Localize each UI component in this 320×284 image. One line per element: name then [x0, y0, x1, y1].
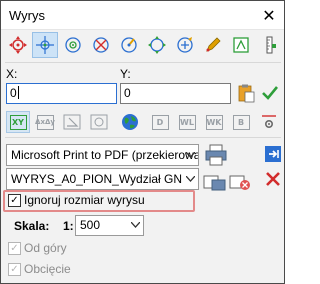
angle-icon	[63, 114, 81, 130]
text-caret	[17, 86, 19, 99]
close-icon	[266, 172, 280, 186]
template-select[interactable]: WYRYS_A0_PION_Wydział GN	[6, 168, 199, 190]
scale-icon	[177, 37, 193, 53]
globe-button[interactable]	[118, 111, 142, 133]
scale-prefix: 1:	[63, 219, 74, 233]
compass-icon	[121, 37, 137, 53]
options-separator	[5, 137, 281, 138]
x-label: X:	[6, 67, 18, 81]
paste-button[interactable]	[235, 82, 257, 104]
measure-icon	[233, 37, 249, 53]
top-toolbar	[5, 32, 281, 58]
printer-selected: Microsoft Print to PDF (przekierowar	[11, 148, 199, 162]
scale-select[interactable]: 500	[75, 215, 144, 236]
pan-button[interactable]	[144, 32, 170, 58]
template-remove-icon	[229, 175, 250, 190]
chevron-down-icon	[184, 149, 196, 161]
remove-template-button[interactable]	[228, 171, 254, 193]
wl-icon: WL	[178, 114, 196, 130]
ruler-button[interactable]	[256, 32, 282, 58]
scale-value: 500	[80, 218, 101, 232]
xy-icon: XY	[9, 114, 27, 130]
ignore-size-label: Ignoruj rozmiar wyrysu	[24, 193, 145, 207]
printer-icon	[205, 144, 227, 166]
printer-button[interactable]	[203, 143, 229, 167]
from-top-label: Od góry	[24, 241, 67, 255]
d-icon: D	[151, 114, 169, 130]
angle-button[interactable]	[60, 111, 84, 133]
d-button[interactable]: D	[148, 111, 172, 133]
export-icon	[265, 146, 281, 162]
toolbar-separator	[5, 62, 281, 63]
ignore-size-checkbox[interactable]: ✓	[8, 194, 21, 207]
x-value: 0	[10, 86, 17, 100]
xy-mode-button[interactable]: XY	[6, 111, 30, 133]
crop-label: Obcięcie	[24, 262, 71, 276]
close-icon: ✕	[262, 7, 276, 25]
printer-select[interactable]: Microsoft Print to PDF (przekierowar	[6, 144, 199, 166]
delete-button[interactable]	[262, 168, 284, 190]
clipboard-icon	[238, 84, 255, 103]
title-bar: Wyrys ✕	[1, 1, 284, 30]
polar-icon	[90, 114, 108, 130]
wk-button[interactable]: WK	[202, 111, 226, 133]
chevron-down-icon	[129, 219, 141, 231]
delta-mode-button[interactable]: ΔxΔy	[33, 111, 57, 133]
settings-button[interactable]	[257, 111, 281, 133]
scale-label: Skala:	[14, 219, 50, 233]
delta-xy-icon: ΔxΔy	[35, 114, 55, 130]
pen-icon	[206, 37, 221, 52]
pan-icon	[148, 36, 166, 54]
measure-button[interactable]	[228, 32, 254, 58]
print-export-button[interactable]	[262, 143, 284, 165]
crosshair-button[interactable]	[32, 32, 58, 58]
ruler-icon	[266, 36, 276, 54]
y-label: Y:	[120, 67, 131, 81]
template-selected: WYRYS_A0_PION_Wydział GN	[11, 172, 183, 186]
y-value: 0	[124, 86, 131, 100]
polar-button[interactable]	[87, 111, 111, 133]
wyrys-window: Wyrys ✕ X: Y: 0 0 XY ΔxΔy D WL WK B Micr…	[0, 0, 285, 284]
compass-button[interactable]	[116, 32, 142, 58]
move-all-icon	[9, 36, 27, 54]
crop-checkbox[interactable]: ✓	[8, 263, 21, 276]
target-button[interactable]	[60, 32, 86, 58]
b-icon: B	[232, 114, 250, 130]
gear-icon	[262, 115, 276, 129]
close-button[interactable]: ✕	[254, 1, 284, 30]
wl-button[interactable]: WL	[175, 111, 199, 133]
check-icon	[262, 86, 279, 100]
move-all-button[interactable]	[5, 32, 31, 58]
crosshair-icon	[36, 36, 54, 54]
from-top-checkbox[interactable]: ✓	[8, 242, 21, 255]
b-button[interactable]: B	[229, 111, 253, 133]
x-input[interactable]: 0	[6, 83, 117, 104]
y-input[interactable]: 0	[120, 83, 231, 104]
apply-button[interactable]	[259, 82, 281, 104]
window-title: Wyrys	[9, 8, 45, 23]
cross-circle-button[interactable]	[88, 32, 114, 58]
wk-icon: WK	[205, 114, 223, 130]
pen-button[interactable]	[200, 32, 226, 58]
chevron-down-icon	[184, 173, 196, 185]
globe-icon	[122, 114, 138, 130]
template-icon	[203, 175, 226, 191]
add-template-button[interactable]	[202, 171, 228, 193]
scale-button[interactable]	[172, 32, 198, 58]
cross-circle-icon	[93, 37, 109, 53]
target-icon	[65, 37, 81, 53]
